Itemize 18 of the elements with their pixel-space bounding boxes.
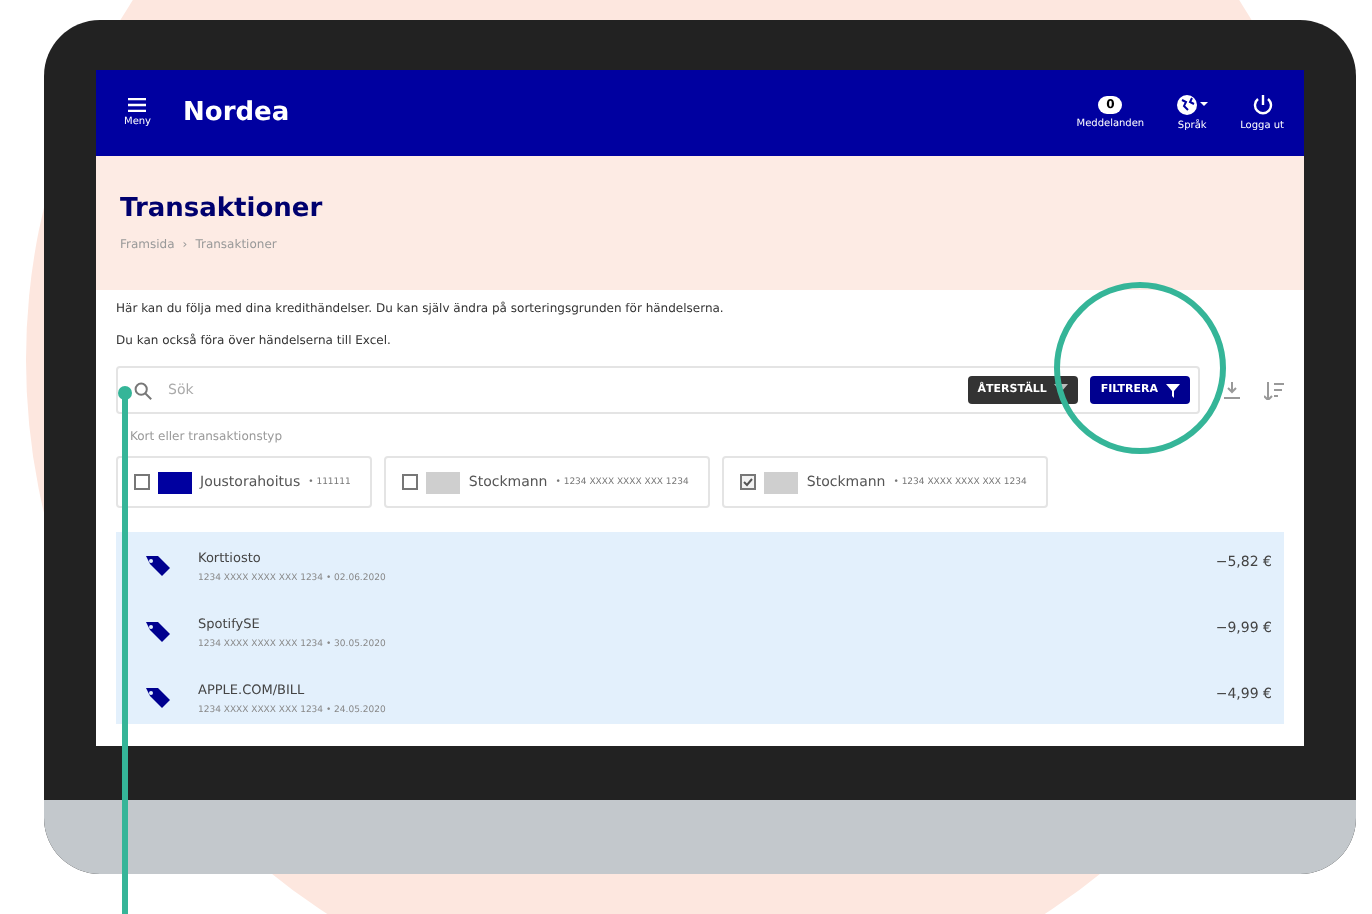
tag-icon <box>144 554 172 578</box>
filter-icon <box>1166 383 1180 397</box>
sort-icon[interactable] <box>1264 381 1284 399</box>
card-thumbnail <box>764 471 799 493</box>
download-icon[interactable] <box>1224 381 1240 399</box>
checkbox[interactable] <box>402 474 419 490</box>
checkbox[interactable] <box>134 474 150 490</box>
globe-icon <box>1176 94 1209 116</box>
tag-icon <box>144 620 172 644</box>
search-icon <box>134 381 152 399</box>
card-thumbnail <box>158 471 192 493</box>
power-icon <box>1251 94 1274 116</box>
checkbox[interactable] <box>740 474 757 490</box>
logo: Nordea <box>183 98 290 128</box>
page-title: Transaktioner <box>120 194 325 224</box>
tag-icon <box>144 686 172 710</box>
menu-icon <box>128 98 147 112</box>
card-thumbnail <box>426 471 461 493</box>
